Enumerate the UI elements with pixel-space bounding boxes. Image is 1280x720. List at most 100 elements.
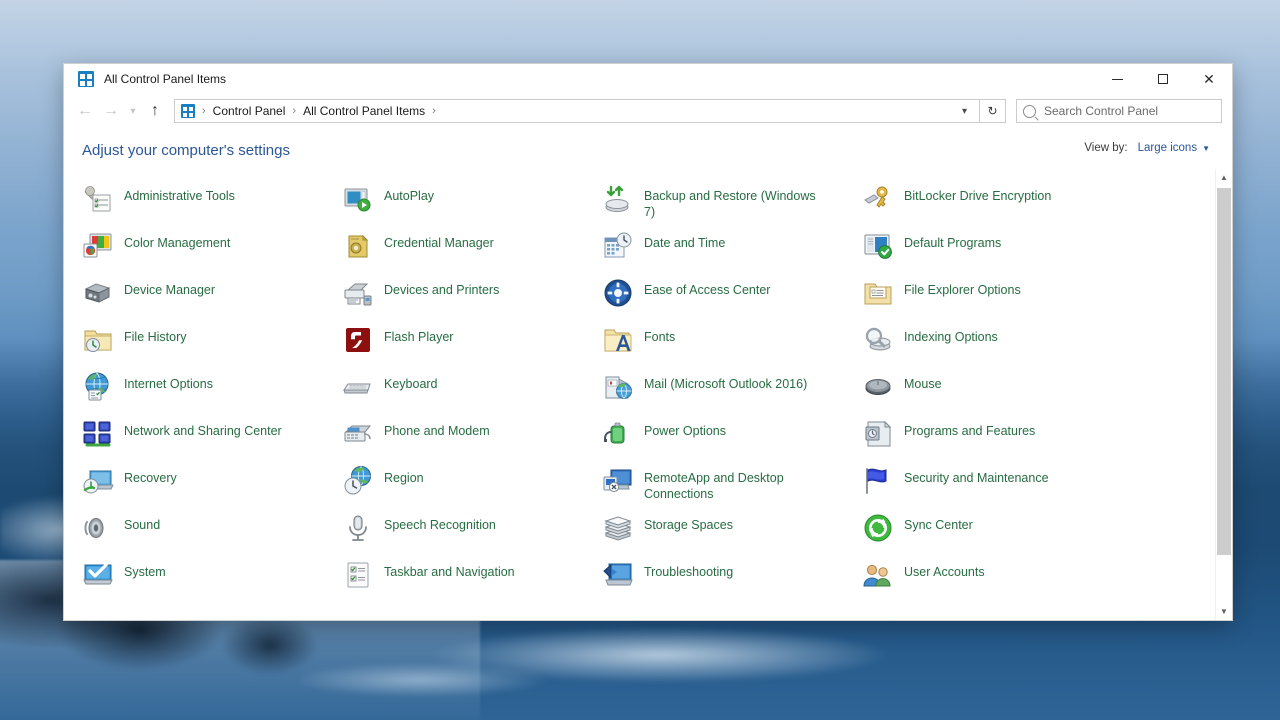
control-panel-item[interactable]: Phone and Modem: [342, 418, 602, 465]
control-panel-item[interactable]: Keyboard: [342, 371, 602, 418]
control-panel-item[interactable]: Color Management: [82, 230, 342, 277]
control-panel-item[interactable]: Fonts: [602, 324, 862, 371]
control-panel-item[interactable]: Flash Player: [342, 324, 602, 371]
control-panel-item-label[interactable]: AutoPlay: [384, 183, 434, 204]
control-panel-item-label[interactable]: Default Programs: [904, 230, 1001, 251]
forward-arrow-icon[interactable]: →: [98, 98, 124, 124]
control-panel-item[interactable]: Troubleshooting: [602, 559, 862, 606]
control-panel-item[interactable]: Ease of Access Center: [602, 277, 862, 324]
minimize-button[interactable]: [1094, 64, 1140, 94]
control-panel-item[interactable]: Power Options: [602, 418, 862, 465]
control-panel-item[interactable]: Taskbar and Navigation: [342, 559, 602, 606]
security-maintenance-icon: [862, 465, 894, 497]
control-panel-item-label[interactable]: System: [124, 559, 166, 580]
control-panel-item[interactable]: System: [82, 559, 342, 606]
view-by-control[interactable]: View by: Large icons ▼: [1084, 142, 1210, 154]
control-panel-item-label[interactable]: Security and Maintenance: [904, 465, 1049, 486]
control-panel-item[interactable]: Administrative Tools: [82, 183, 342, 230]
control-panel-item-label[interactable]: Region: [384, 465, 424, 486]
control-panel-item[interactable]: Sound: [82, 512, 342, 559]
control-panel-item[interactable]: Devices and Printers: [342, 277, 602, 324]
control-panel-item[interactable]: AutoPlay: [342, 183, 602, 230]
control-panel-item[interactable]: Programs and Features: [862, 418, 1122, 465]
control-panel-item-label[interactable]: Device Manager: [124, 277, 215, 298]
control-panel-item-label[interactable]: Phone and Modem: [384, 418, 490, 439]
back-arrow-icon[interactable]: ←: [72, 98, 98, 124]
control-panel-item-label[interactable]: RemoteApp and Desktop Connections: [644, 465, 830, 502]
window-titlebar[interactable]: All Control Panel Items ✕: [64, 64, 1232, 94]
control-panel-item[interactable]: Device Manager: [82, 277, 342, 324]
close-button[interactable]: ✕: [1186, 64, 1232, 94]
control-panel-item-label[interactable]: Programs and Features: [904, 418, 1035, 439]
view-by-value[interactable]: Large icons: [1138, 142, 1197, 154]
control-panel-item-label[interactable]: Mouse: [904, 371, 942, 392]
control-panel-item[interactable]: User Accounts: [862, 559, 1122, 606]
bitlocker-icon: [862, 183, 894, 215]
control-panel-item[interactable]: Recovery: [82, 465, 342, 512]
control-panel-item-label[interactable]: Internet Options: [124, 371, 213, 392]
control-panel-item[interactable]: Indexing Options: [862, 324, 1122, 371]
control-panel-item-label[interactable]: Sync Center: [904, 512, 973, 533]
control-panel-item-label[interactable]: Backup and Restore (Windows 7): [644, 183, 830, 220]
scrollbar-thumb[interactable]: [1217, 188, 1231, 555]
control-panel-item-label[interactable]: Network and Sharing Center: [124, 418, 282, 439]
control-panel-item-label[interactable]: Date and Time: [644, 230, 725, 251]
up-arrow-icon[interactable]: ↑: [142, 98, 168, 124]
control-panel-item[interactable]: Region: [342, 465, 602, 512]
control-panel-item-label[interactable]: Indexing Options: [904, 324, 998, 345]
control-panel-item-label[interactable]: Sound: [124, 512, 160, 533]
control-panel-item-label[interactable]: Taskbar and Navigation: [384, 559, 515, 580]
control-panel-item-label[interactable]: File Explorer Options: [904, 277, 1021, 298]
control-panel-item-label[interactable]: Color Management: [124, 230, 230, 251]
control-panel-item[interactable]: Internet Options: [82, 371, 342, 418]
chevron-down-icon[interactable]: ▼: [1202, 144, 1210, 153]
control-panel-item[interactable]: Speech Recognition: [342, 512, 602, 559]
control-panel-item-label[interactable]: Credential Manager: [384, 230, 494, 251]
refresh-button[interactable]: ↻: [980, 99, 1006, 123]
control-panel-item-label[interactable]: Administrative Tools: [124, 183, 235, 204]
control-panel-item-label[interactable]: User Accounts: [904, 559, 985, 580]
navigation-bar: ← → ▾ ↑ › Control Panel › All Control Pa…: [64, 94, 1232, 128]
breadcrumb-item-control-panel[interactable]: Control Panel: [213, 104, 286, 118]
control-panel-item[interactable]: Date and Time: [602, 230, 862, 277]
breadcrumb-item-all-items[interactable]: All Control Panel Items: [303, 104, 425, 118]
control-panel-item-label[interactable]: Flash Player: [384, 324, 453, 345]
control-panel-item[interactable]: BitLocker Drive Encryption: [862, 183, 1122, 230]
credential-manager-icon: [342, 230, 374, 262]
control-panel-item[interactable]: Backup and Restore (Windows 7): [602, 183, 862, 230]
control-panel-item[interactable]: Network and Sharing Center: [82, 418, 342, 465]
control-panel-item-label[interactable]: Ease of Access Center: [644, 277, 770, 298]
control-panel-item-label[interactable]: Devices and Printers: [384, 277, 499, 298]
control-panel-item-label[interactable]: Troubleshooting: [644, 559, 733, 580]
control-panel-item-label[interactable]: Mail (Microsoft Outlook 2016): [644, 371, 807, 392]
control-panel-item[interactable]: Mouse: [862, 371, 1122, 418]
control-panel-item-label[interactable]: File History: [124, 324, 187, 345]
control-panel-item[interactable]: Credential Manager: [342, 230, 602, 277]
scroll-down-icon[interactable]: ▼: [1216, 603, 1232, 620]
scroll-up-icon[interactable]: ▲: [1216, 169, 1232, 186]
control-panel-item[interactable]: RemoteApp and Desktop Connections: [602, 465, 862, 512]
breadcrumb[interactable]: › Control Panel › All Control Panel Item…: [174, 99, 980, 123]
control-panel-item[interactable]: Default Programs: [862, 230, 1122, 277]
control-panel-item-label[interactable]: BitLocker Drive Encryption: [904, 183, 1051, 204]
control-panel-item[interactable]: File Explorer Options: [862, 277, 1122, 324]
control-panel-item-label[interactable]: Storage Spaces: [644, 512, 733, 533]
maximize-button[interactable]: [1140, 64, 1186, 94]
chevron-down-icon[interactable]: ▾: [954, 106, 975, 117]
flash-player-icon: [342, 324, 374, 356]
vertical-scrollbar[interactable]: ▲ ▼: [1215, 169, 1232, 620]
breadcrumb-control-panel-icon: [181, 104, 195, 118]
control-panel-item-label[interactable]: Recovery: [124, 465, 177, 486]
search-input[interactable]: Search Control Panel: [1016, 99, 1222, 123]
control-panel-item-label[interactable]: Power Options: [644, 418, 726, 439]
control-panel-item[interactable]: File History: [82, 324, 342, 371]
recent-locations-icon[interactable]: ▾: [124, 98, 142, 124]
control-panel-item[interactable]: Security and Maintenance: [862, 465, 1122, 512]
scrollbar-track[interactable]: [1216, 186, 1232, 603]
control-panel-item[interactable]: Storage Spaces: [602, 512, 862, 559]
control-panel-item[interactable]: Sync Center: [862, 512, 1122, 559]
control-panel-item-label[interactable]: Fonts: [644, 324, 675, 345]
control-panel-item[interactable]: Mail (Microsoft Outlook 2016): [602, 371, 862, 418]
control-panel-item-label[interactable]: Keyboard: [384, 371, 438, 392]
control-panel-item-label[interactable]: Speech Recognition: [384, 512, 496, 533]
